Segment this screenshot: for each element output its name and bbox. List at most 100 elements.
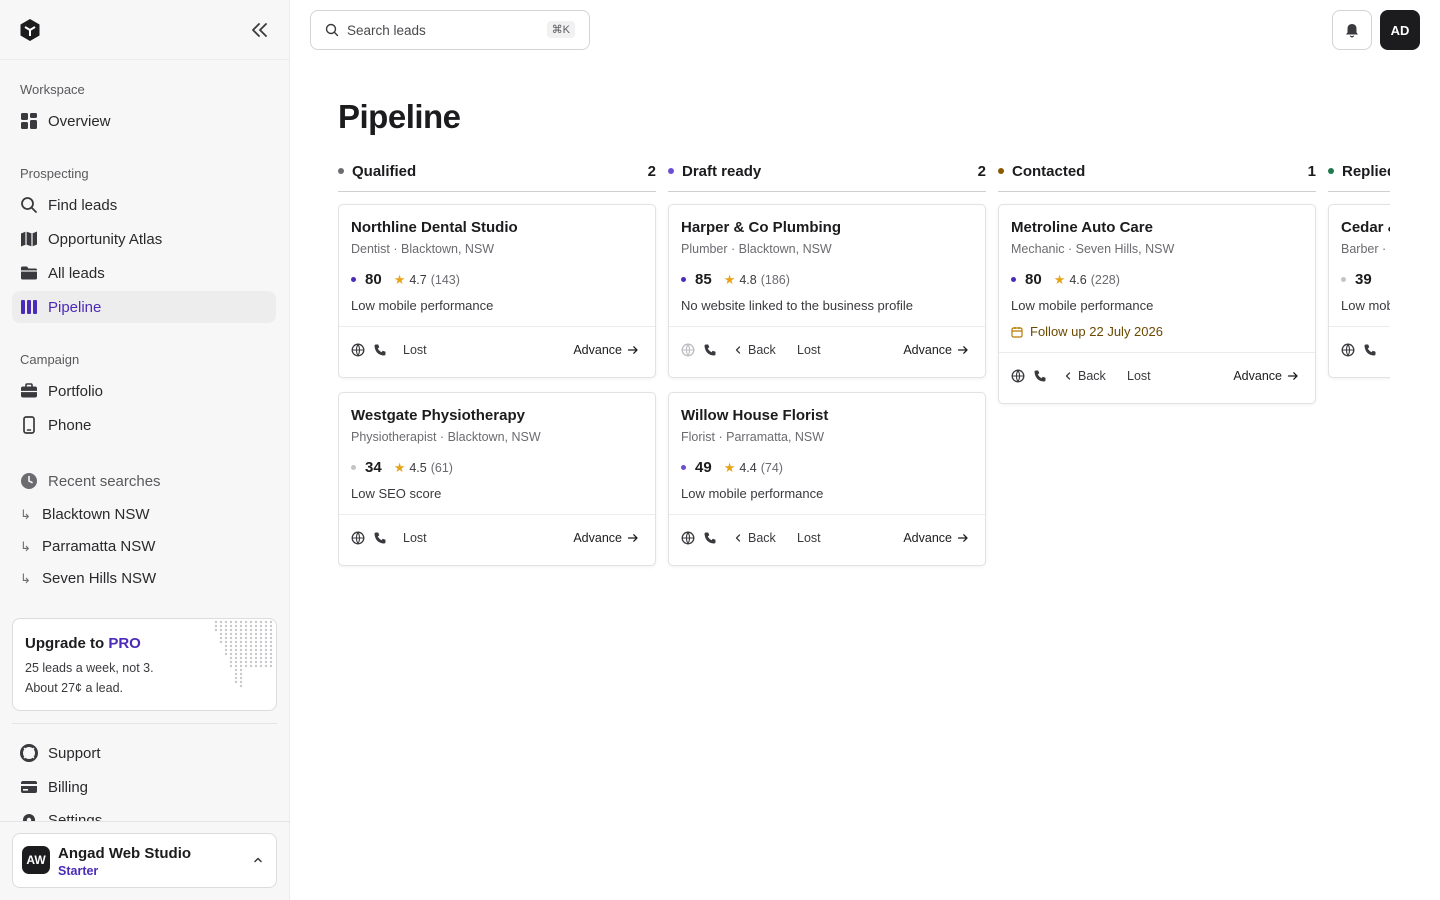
sidebar-item-support[interactable]: Support bbox=[12, 737, 276, 769]
notifications-button[interactable] bbox=[1332, 10, 1372, 50]
sidebar-item-phone[interactable]: Phone bbox=[12, 409, 276, 441]
lead-score: 80 bbox=[1025, 271, 1042, 288]
pattern-dot bbox=[239, 632, 243, 636]
website-icon[interactable] bbox=[681, 343, 695, 357]
lead-card[interactable]: Westgate Physiotherapy Physiotherapist ·… bbox=[338, 392, 656, 566]
pattern-dot bbox=[234, 620, 238, 624]
lead-card[interactable]: Metroline Auto Care Mechanic · Seven Hil… bbox=[998, 204, 1316, 404]
brand-logo-icon[interactable] bbox=[19, 18, 41, 42]
score-dot bbox=[351, 277, 356, 282]
website-icon[interactable] bbox=[351, 531, 365, 545]
recent-search-item[interactable]: ↳ Parramatta NSW bbox=[20, 538, 155, 555]
pattern-dot bbox=[229, 628, 233, 632]
lead-review-count: (74) bbox=[760, 460, 783, 475]
lost-button[interactable]: Lost bbox=[797, 343, 821, 357]
back-button[interactable]: Back bbox=[733, 531, 776, 545]
pattern-dot bbox=[234, 652, 238, 656]
phone-icon[interactable] bbox=[373, 343, 387, 357]
pattern-dot bbox=[239, 628, 243, 632]
search-input[interactable]: Search leads ⌘K bbox=[310, 10, 590, 50]
pattern-dot bbox=[264, 620, 268, 624]
pattern-dot bbox=[264, 652, 268, 656]
pattern-dot bbox=[249, 636, 253, 640]
lead-category-location: Physiotherapist · Blacktown, NSW bbox=[351, 430, 541, 444]
pattern-dot bbox=[234, 672, 238, 676]
advance-button[interactable]: Advance bbox=[903, 531, 969, 545]
column-count: 2 bbox=[647, 163, 656, 180]
website-icon[interactable] bbox=[1011, 369, 1025, 383]
phone-icon[interactable] bbox=[703, 343, 717, 357]
sidebar-item-label: Overview bbox=[48, 112, 111, 130]
advance-button[interactable]: Advance bbox=[573, 531, 639, 545]
user-avatar-button[interactable]: AD bbox=[1380, 10, 1420, 50]
sidebar-item-portfolio[interactable]: Portfolio bbox=[12, 375, 276, 407]
recent-search-item[interactable]: ↳ Blacktown NSW bbox=[20, 506, 150, 523]
phone-icon[interactable] bbox=[373, 531, 387, 545]
recent-search-label: Parramatta NSW bbox=[42, 538, 156, 555]
lead-card[interactable]: Harper & Co Plumbing Plumber · Blacktown… bbox=[668, 204, 986, 378]
pipeline-column: Qualified 2 Northline Dental Studio Dent… bbox=[338, 158, 656, 566]
back-label: Back bbox=[748, 531, 776, 545]
sidebar-item-all-leads[interactable]: All leads bbox=[12, 257, 276, 289]
upgrade-card[interactable]: Upgrade to PRO 25 leads a week, not 3. A… bbox=[12, 618, 277, 711]
advance-button[interactable]: Advance bbox=[573, 343, 639, 357]
pattern-dot bbox=[234, 680, 238, 684]
pattern-dot bbox=[239, 664, 243, 668]
sidebar-item-pipeline[interactable]: Pipeline bbox=[12, 291, 276, 323]
back-button[interactable]: Back bbox=[733, 343, 776, 357]
website-icon[interactable] bbox=[351, 343, 365, 357]
sidebar-item-settings[interactable]: Settings bbox=[12, 805, 276, 821]
lost-button[interactable]: Lost bbox=[797, 531, 821, 545]
back-button[interactable]: Back bbox=[1063, 369, 1106, 383]
pattern-dot bbox=[244, 660, 248, 664]
lead-card[interactable]: Northline Dental Studio Dentist · Blackt… bbox=[338, 204, 656, 378]
phone-icon[interactable] bbox=[1033, 369, 1047, 383]
website-icon[interactable] bbox=[1341, 343, 1355, 357]
pattern-dot bbox=[219, 632, 223, 636]
account-switcher[interactable]: AW Angad Web Studio Starter bbox=[12, 833, 277, 888]
pattern-dot bbox=[244, 636, 248, 640]
sidebar-item-billing[interactable]: Billing bbox=[12, 771, 276, 803]
website-icon[interactable] bbox=[681, 531, 695, 545]
pipeline-board: Qualified 2 Northline Dental Studio Dent… bbox=[338, 158, 1390, 900]
lost-label: Lost bbox=[403, 343, 427, 357]
follow-up-label: Follow up 22 July 2026 bbox=[1030, 324, 1163, 339]
pattern-dot bbox=[249, 640, 253, 644]
pattern-dot bbox=[219, 640, 223, 644]
phone-icon[interactable] bbox=[1363, 343, 1377, 357]
lead-card[interactable]: Willow House Florist Florist · Parramatt… bbox=[668, 392, 986, 566]
pattern-dot bbox=[259, 620, 263, 624]
recent-search-item[interactable]: ↳ Seven Hills NSW bbox=[20, 570, 156, 587]
lost-button[interactable]: Lost bbox=[403, 531, 427, 545]
sidebar-item-opportunity-atlas[interactable]: Opportunity Atlas bbox=[12, 223, 276, 255]
lead-rating: 4.5 bbox=[409, 460, 427, 475]
sidebar-item-overview[interactable]: Overview bbox=[12, 105, 276, 137]
pattern-dot bbox=[244, 632, 248, 636]
pattern-dot bbox=[259, 624, 263, 628]
phone-icon[interactable] bbox=[703, 531, 717, 545]
lead-card[interactable]: Cedar & Co Barber · Blacktown, NSW 39 Lo… bbox=[1328, 204, 1390, 378]
star-icon: ★ bbox=[393, 459, 406, 475]
lead-category-location: Dentist · Blacktown, NSW bbox=[351, 242, 495, 256]
pattern-dot bbox=[224, 620, 228, 624]
briefcase-icon bbox=[20, 382, 38, 400]
pattern-dot bbox=[224, 648, 228, 652]
chevron-left-icon bbox=[733, 533, 743, 543]
advance-button[interactable]: Advance bbox=[1233, 369, 1299, 383]
collapse-sidebar-icon[interactable] bbox=[248, 20, 270, 40]
sidebar-item-find-leads[interactable]: Find leads bbox=[12, 189, 276, 221]
lost-button[interactable]: Lost bbox=[1127, 369, 1151, 383]
pattern-dot bbox=[234, 628, 238, 632]
pattern-dot bbox=[234, 648, 238, 652]
sidebar-item-label: Find leads bbox=[48, 196, 118, 214]
pattern-dot bbox=[269, 644, 273, 648]
pattern-dot bbox=[269, 660, 273, 664]
column-count: 1 bbox=[1307, 163, 1316, 180]
recent-searches-header: Recent searches bbox=[12, 465, 276, 497]
lost-label: Lost bbox=[403, 531, 427, 545]
page-title: Pipeline bbox=[338, 98, 461, 135]
lost-button[interactable]: Lost bbox=[403, 343, 427, 357]
advance-button[interactable]: Advance bbox=[903, 343, 969, 357]
pattern-dot bbox=[259, 648, 263, 652]
pattern-dot bbox=[259, 632, 263, 636]
